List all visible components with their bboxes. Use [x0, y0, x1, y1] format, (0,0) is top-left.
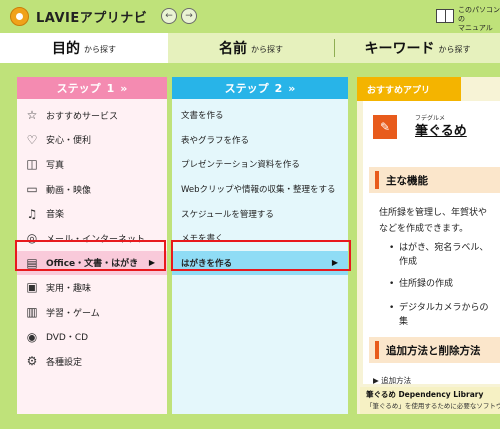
category-item[interactable]: ▭ 動画・映像: [17, 177, 167, 202]
selected-arrow-icon: ▶: [148, 258, 155, 268]
book-icon: ▤: [26, 255, 38, 270]
task-item[interactable]: はがきを作る ▶: [172, 250, 348, 276]
lavie-logo-icon: [10, 7, 29, 26]
task-item[interactable]: 表やグラフを作る: [172, 128, 348, 153]
recommend-card: ✎ フデグルメ 筆ぐるめ 主な機能 住所録を管理し、年賀状や などを作成できます…: [363, 101, 500, 386]
category-item[interactable]: ♡ 安心・便利: [17, 128, 167, 153]
category-label: 安心・便利: [46, 136, 92, 147]
feature-item: • はがき、宛名ラベル、 作成: [389, 243, 489, 267]
category-item[interactable]: ◎ メール・インターネット: [17, 226, 167, 251]
task-item[interactable]: Webクリップや情報の収集・整理をする: [172, 177, 348, 202]
recommend-panel: おすすめアプリ ✎ フデグルメ 筆ぐるめ 主な機能 住所録を管理し、年賀状や な…: [357, 77, 500, 414]
gear-icon: ⚙: [26, 354, 38, 369]
manual-book-icon[interactable]: [436, 9, 454, 23]
category-label: おすすめサービス: [46, 111, 119, 122]
task-item[interactable]: スケジュールを管理する: [172, 201, 348, 226]
manual-link[interactable]: このパソコンの マニュアル: [458, 6, 500, 33]
feature-item: • デジタルカメラからの 集: [389, 303, 489, 327]
category-item[interactable]: ♫ 音楽: [17, 201, 167, 226]
category-label: Office・文書・はがき: [46, 259, 139, 270]
camera-icon: ◫: [26, 157, 38, 172]
step1-panel: ステップ 1 » ☆ おすすめサービス ♡ 安心・便利 ◫ 写真 ▭ 動画・映像 ♫ 音楽 ◎ メール…: [17, 77, 167, 414]
category-item[interactable]: ◉ DVD・CD: [17, 324, 167, 349]
tab-name[interactable]: 名前 から探す: [168, 33, 334, 63]
category-item[interactable]: ▥ 学習・ゲーム: [17, 300, 167, 325]
task-label: Webクリップや情報の収集・整理をする: [181, 185, 336, 196]
category-label: 動画・映像: [46, 185, 92, 196]
category-list: ☆ おすすめサービス ♡ 安心・便利 ◫ 写真 ▭ 動画・映像 ♫ 音楽 ◎ メール・インターネット ▤…: [17, 99, 167, 374]
section-bar: [375, 341, 379, 359]
forward-button[interactable]: →: [181, 8, 197, 24]
category-label: 各種設定: [46, 357, 83, 368]
music-note-icon: ♫: [26, 206, 38, 221]
category-item[interactable]: ▤ Office・文書・はがき ▶: [17, 250, 167, 276]
category-label: 音楽: [46, 210, 65, 221]
category-label: 写真: [46, 160, 65, 171]
fudegurume-app-icon[interactable]: ✎: [373, 115, 397, 139]
disc-icon: ◉: [26, 329, 38, 344]
task-item[interactable]: プレゼンテーション資料を作る: [172, 152, 348, 177]
section-bar: [375, 171, 379, 189]
category-item[interactable]: ◫ 写真: [17, 152, 167, 177]
section-features: 主な機能: [369, 167, 500, 193]
task-label: 文書を作る: [181, 111, 224, 122]
book-open-icon: ▥: [26, 305, 38, 320]
category-item[interactable]: ▣ 実用・趣味: [17, 275, 167, 300]
tab-keyword[interactable]: キーワード から探す: [335, 33, 500, 63]
app-name-link[interactable]: 筆ぐるめ: [415, 120, 467, 139]
star-icon: ☆: [26, 108, 38, 123]
tab-purpose[interactable]: 目的 から探す: [0, 33, 168, 63]
task-item[interactable]: メモを書く: [172, 226, 348, 251]
step2-header: ステップ 2 »: [172, 77, 348, 99]
video-icon: ▭: [26, 182, 38, 197]
selected-arrow-icon: ▶: [331, 258, 338, 268]
search-mode-tabs: 目的 から探す 名前 から探す キーワード から探す: [0, 33, 500, 63]
category-label: 実用・趣味: [46, 283, 92, 294]
task-item[interactable]: 文書を作る: [172, 103, 348, 128]
category-label: 学習・ゲーム: [46, 308, 100, 319]
category-item[interactable]: ☆ おすすめサービス: [17, 103, 167, 128]
globe-icon: ◎: [26, 231, 38, 246]
category-item[interactable]: ⚙ 各種設定: [17, 349, 167, 374]
heart-icon: ♡: [26, 132, 38, 147]
title-bar: LAVIEアプリナビ ← → このパソコンの マニュアル: [0, 0, 500, 32]
section-add-remove: 追加方法と削除方法: [369, 337, 500, 363]
related-app-footer[interactable]: 筆ぐるめ Dependency Library 「筆ぐるめ」を使用するために必要…: [360, 387, 500, 414]
task-label: メモを書く: [181, 234, 224, 245]
step2-panel: ステップ 2 » 文書を作る表やグラフを作るプレゼンテーション資料を作る Webク…: [172, 77, 348, 414]
recommend-tab: おすすめアプリ: [357, 77, 461, 101]
step1-header: ステップ 1 »: [17, 77, 167, 99]
task-list: 文書を作る表やグラフを作るプレゼンテーション資料を作る Webクリップや情報の収集…: [172, 99, 348, 276]
task-label: はがきを作る: [181, 258, 233, 269]
category-label: メール・インターネット: [46, 234, 146, 245]
add-method-link[interactable]: ▶ 追加方法: [373, 375, 411, 386]
app-title: LAVIEアプリナビ: [36, 11, 148, 26]
task-label: プレゼンテーション資料を作る: [181, 160, 300, 171]
task-label: スケジュールを管理する: [181, 209, 274, 220]
toolbox-icon: ▣: [26, 280, 38, 295]
category-label: DVD・CD: [46, 333, 89, 344]
back-button[interactable]: ←: [161, 8, 177, 24]
task-label: 表やグラフを作る: [181, 135, 250, 146]
feature-item: • 住所録の作成: [389, 279, 454, 289]
app-description: 住所録を管理し、年賀状や などを作成できます。: [379, 208, 488, 234]
